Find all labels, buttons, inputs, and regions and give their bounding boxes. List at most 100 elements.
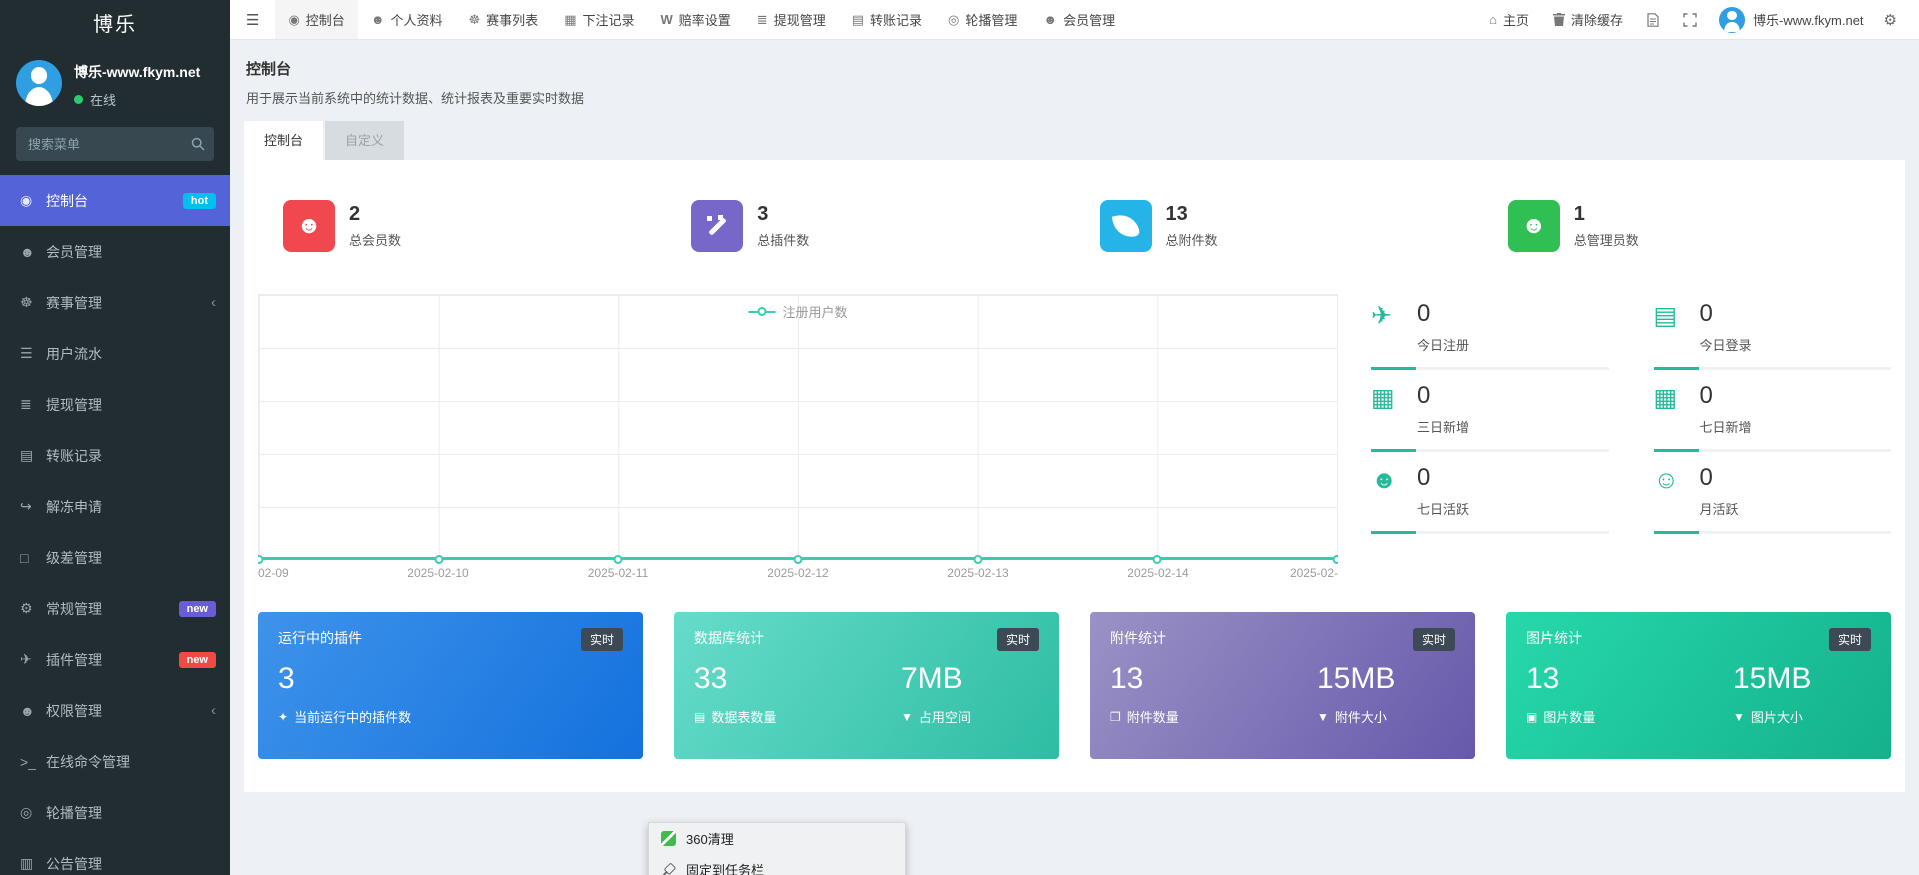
sidebar-item-members[interactable]: ☻ 会员管理 [0, 226, 230, 277]
stat-value: 13 [1165, 203, 1188, 225]
sidebar-item-level-diff[interactable]: □ 级差管理 [0, 532, 230, 583]
chart-x-tick-label: 2025-02-13 [947, 566, 1009, 580]
cards-row: 运行中的插件 实时 3 ✦ 当前运行中的插件数 数据库统计 实时 33 ▤ 数据… [258, 612, 1891, 759]
card-value: 13 [1110, 662, 1144, 695]
stat-value: 2 [349, 203, 361, 225]
sidebar-item-permissions[interactable]: ☻ 权限管理 ‹ [0, 685, 230, 736]
card-value: 15MB [1317, 662, 1396, 695]
home-button[interactable]: ⌂ 主页 [1477, 10, 1541, 29]
topnav-item-carousel[interactable]: ◎ 轮播管理 [935, 0, 1030, 39]
card-title: 运行中的插件 [278, 630, 362, 646]
card-value-label: 数据表数量 [711, 710, 777, 725]
chart-x-tick-label: 2025-02- [1289, 566, 1338, 580]
realtime-badge: 实时 [1828, 628, 1871, 651]
user-avatar[interactable] [16, 60, 62, 106]
log-file-button[interactable] [1635, 12, 1671, 27]
stats-row: ☻ 2 总会员数 3 总插件数 13 总附件数 ☻ 1 总管理员数 [258, 160, 1891, 252]
topnav-item-match-list[interactable]: ☸ 赛事列表 [456, 0, 552, 39]
registered-users-chart: 注册用户数 02-09 2025-02-10 2025-02-11 2025-02-1… [258, 294, 1338, 582]
topnav-item-transfers[interactable]: ▤ 转账记录 [839, 0, 935, 39]
terminal-icon: >_ [20, 753, 36, 770]
rocket-icon: ✈ [1371, 302, 1392, 330]
clipboard-icon: ▥ [20, 855, 34, 871]
sidebar-item-matches[interactable]: ☸ 赛事管理 ‹ [0, 277, 230, 328]
menu-item-pin-to-taskbar[interactable]: 固定到任务栏 [649, 854, 905, 875]
user-status: 在线 [74, 90, 200, 109]
bars-icon: ☰ [20, 345, 33, 361]
topnav-item-members[interactable]: ☻ 会员管理 [1030, 0, 1128, 39]
chart-legend[interactable]: 注册用户数 [748, 302, 848, 321]
dot-circle-icon: ◎ [20, 804, 33, 820]
realtime-badge: 实时 [1412, 628, 1455, 651]
magic-wand-icon [691, 200, 744, 252]
topnav-item-withdraw[interactable]: ≣ 提现管理 [744, 0, 839, 39]
search-icon[interactable] [191, 137, 205, 151]
menu-item-360-clean[interactable]: 360清理 [649, 823, 905, 854]
fullscreen-button[interactable] [1671, 12, 1709, 27]
realtime-badge: 实时 [996, 628, 1039, 651]
tabs: 控制台 自定义 [244, 121, 1919, 160]
square-icon: □ [20, 549, 29, 566]
topnav-item-bet-records[interactable]: ▦ 下注记录 [551, 0, 647, 39]
tab-custom[interactable]: 自定义 [325, 121, 405, 160]
360-clean-icon [661, 831, 676, 846]
topnav-item-dashboard[interactable]: ◉ 控制台 [275, 0, 358, 39]
chart-plot [258, 294, 1338, 564]
card-value-label: 图片大小 [1750, 710, 1803, 725]
hamburger-icon[interactable]: ☰ [230, 0, 275, 39]
hot-badge: hot [182, 192, 216, 209]
rocket-icon: ✈ [20, 651, 32, 667]
list-icon: ≣ [20, 396, 32, 412]
sidebar-item-plugins[interactable]: ✈ 插件管理 new [0, 634, 230, 685]
app-logo[interactable]: 博乐 [0, 0, 230, 50]
id-card-icon: ▤ [1653, 302, 1678, 330]
settings-gear-icon[interactable]: ⚙ [1874, 11, 1903, 29]
new-badge: new [178, 651, 216, 668]
card-value: 13 [1526, 662, 1560, 695]
topnav-user-menu[interactable]: 博乐-www.fkym.net [1709, 6, 1874, 33]
image-icon: ▣ [1526, 709, 1538, 724]
leaf-icon [1099, 200, 1152, 252]
sidebar-item-user-flow[interactable]: ☰ 用户流水 [0, 328, 230, 379]
card-value-label: 当前运行中的插件数 [294, 710, 412, 725]
chart-data-point [1152, 555, 1162, 564]
calendar-icon: ▦ [564, 11, 577, 27]
topnav-username: 博乐-www.fkym.net [1753, 13, 1864, 28]
sidebar-item-unfreeze[interactable]: ↪ 解冻申请 [0, 481, 230, 532]
mini-stat-3day-new: ▦ 0 三日新增 [1371, 376, 1609, 458]
sidebar-item-transfer-records[interactable]: ▤ 转账记录 [0, 430, 230, 481]
card-value-label: 图片数量 [1543, 710, 1596, 725]
sidebar-menu: ◉ 控制台 hot ☻ 会员管理 ☸ 赛事管理 ‹ ☰ 用户流水 ≣ 提现管理 [0, 175, 230, 875]
users-icon: ☻ [20, 243, 35, 260]
chart-x-tick-label: 2025-02-10 [407, 566, 469, 580]
admin-user-icon: ☻ [1507, 200, 1560, 252]
sidebar-item-carousel[interactable]: ◎ 轮播管理 [0, 787, 230, 838]
sidebar-item-general[interactable]: ⚙ 常规管理 new [0, 583, 230, 634]
sidebar-item-announcements[interactable]: ▥ 公告管理 [0, 838, 230, 875]
user-name: 博乐-www.fkym.net [74, 64, 201, 80]
sidebar: 博乐 博乐-www.fkym.net 在线 ◉ 控制台 hot [0, 0, 230, 875]
magic-wand-icon: ✦ [278, 709, 289, 724]
page-subtitle: 用于展示当前系统中的统计数据、统计报表及重要实时数据 [246, 91, 585, 106]
chart-data-point [613, 555, 623, 564]
topnav: ☰ ◉ 控制台 ☻ 个人资料 ☸ 赛事列表 ▦ 下注记录 W 赔率设置 ≣ 提现… [230, 0, 1919, 40]
mini-stat-month-active: ☺ 0 月活跃 [1653, 458, 1892, 540]
tab-dashboard[interactable]: 控制台 [244, 121, 324, 160]
clear-cache-button[interactable]: 清除缓存 [1541, 10, 1635, 29]
sidebar-item-dashboard[interactable]: ◉ 控制台 hot [0, 175, 230, 226]
mini-stat-7day-new: ▦ 0 七日新增 [1653, 376, 1892, 458]
realtime-badge: 实时 [580, 628, 623, 651]
main-area: ☰ ◉ 控制台 ☻ 个人资料 ☸ 赛事列表 ▦ 下注记录 W 赔率设置 ≣ 提现… [230, 0, 1919, 875]
mini-stat-today-registered: ✈ 0 今日注册 [1371, 294, 1609, 376]
search-input[interactable] [16, 127, 214, 161]
sidebar-item-online-commands[interactable]: >_ 在线命令管理 [0, 736, 230, 787]
chart-x-tick-label: 2025-02-14 [1127, 566, 1189, 580]
card-database-stats: 数据库统计 实时 33 ▤ 数据表数量 7MB ▼ 占用空间 [674, 612, 1059, 759]
new-badge: new [178, 600, 216, 617]
users-icon: ☻ [20, 702, 35, 719]
topnav-item-profile[interactable]: ☻ 个人资料 [358, 0, 456, 39]
topnav-item-odds[interactable]: W 赔率设置 [648, 0, 744, 39]
pin-icon [658, 859, 679, 875]
mini-stats-grid: ✈ 0 今日注册 ▤ 0 今日登录 ▦ 0 三日新增 ▦ 0 七日新增 ☻ 0 … [1371, 294, 1891, 582]
sidebar-item-withdraw[interactable]: ≣ 提现管理 [0, 379, 230, 430]
